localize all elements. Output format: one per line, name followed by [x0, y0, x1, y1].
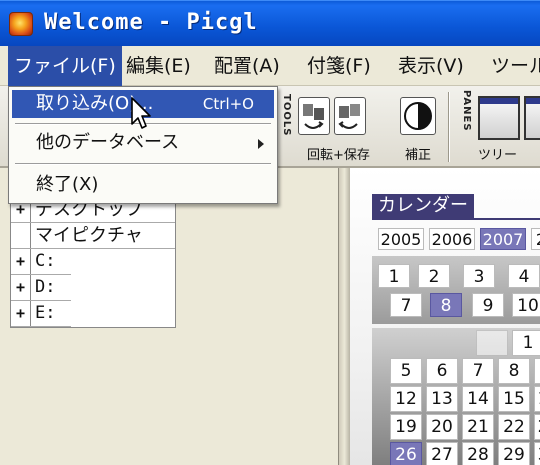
contrast-correct-icon [400, 97, 436, 135]
day-cell[interactable]: 19 [390, 414, 422, 440]
tree-item-label[interactable]: マイピクチャ [35, 223, 147, 248]
day-cell[interactable]: 8 [498, 358, 530, 384]
menu-sticky[interactable]: 付箋(F) [301, 46, 377, 86]
day-grid: 1 5 6 7 8 12 13 14 15 1 19 20 21 22 2 26… [372, 328, 540, 465]
pane-splitter[interactable] [338, 168, 350, 465]
day-cell-empty [476, 330, 508, 356]
rotate-save-icon [298, 97, 330, 135]
month-button[interactable]: 7 [390, 293, 422, 317]
tree-item[interactable]: マイピクチャ [11, 223, 175, 249]
tools-group-label: TOOLS [281, 94, 292, 137]
second-pane-icon[interactable] [524, 96, 540, 140]
menu-separator [15, 163, 271, 165]
menu-view[interactable]: 表示(V) [392, 46, 470, 86]
calendar-title: カレンダー [372, 194, 474, 218]
day-cell[interactable]: 3 [534, 442, 540, 465]
month-button[interactable]: 2 [418, 264, 450, 288]
menu-arrange[interactable]: 配置(A) [208, 46, 286, 86]
day-cell[interactable]: 28 [462, 442, 494, 465]
day-cell[interactable]: 15 [498, 386, 530, 412]
toolbar-separator [448, 92, 450, 162]
day-cell[interactable]: 20 [426, 414, 458, 440]
year-button[interactable]: 2 [531, 228, 540, 250]
tree-item[interactable]: + E: [11, 301, 71, 327]
day-cell[interactable]: 29 [498, 442, 530, 465]
day-cell[interactable]: 7 [462, 358, 494, 384]
year-button[interactable]: 2005 [378, 228, 424, 250]
menu-other-database[interactable]: 他のデータベース [12, 129, 274, 157]
month-button[interactable]: 10 [512, 293, 540, 317]
day-cell-selected[interactable]: 26 [390, 442, 422, 465]
correct-label: 補正 [405, 148, 432, 163]
rotate-save-label: 回転+保存 [307, 148, 370, 163]
tree-item-label[interactable]: E: [35, 301, 59, 326]
tree-item-label[interactable]: C: [35, 249, 59, 274]
menu-tools[interactable]: ツール [485, 46, 540, 86]
day-cell[interactable]: 14 [462, 386, 494, 412]
expand-toggle[interactable]: + [11, 275, 31, 300]
expand-toggle[interactable]: + [11, 249, 31, 274]
menu-import-shortcut: Ctrl+O [202, 95, 254, 113]
day-cell[interactable]: 27 [426, 442, 458, 465]
expand-toggle[interactable]: + [11, 301, 31, 326]
day-cell[interactable]: 12 [390, 386, 422, 412]
day-cell[interactable]: 13 [426, 386, 458, 412]
tree-item[interactable]: + D: [11, 275, 71, 301]
day-cell[interactable]: 2 [534, 414, 540, 440]
year-button-selected[interactable]: 2007 [480, 228, 526, 250]
tree-item-label[interactable]: D: [35, 275, 59, 300]
rotate-save-button[interactable] [298, 94, 366, 138]
menu-bar: ファイル(F) 編集(E) 配置(A) 付箋(F) 表示(V) ツール [0, 46, 540, 86]
calendar-panel: カレンダー 2005 2006 2007 2 1 2 3 4 7 8 9 10 … [350, 168, 540, 465]
menu-other-database-label: 他のデータベース [36, 132, 180, 153]
menu-file[interactable]: ファイル(F) [8, 46, 122, 86]
month-button-selected[interactable]: 8 [430, 293, 462, 317]
window-title: Welcome - Picgl [44, 10, 258, 35]
menu-exit-label: 終了(X) [36, 174, 99, 195]
folder-tree: + デスクトップ マイピクチャ + C: + D: + E: [10, 196, 176, 328]
day-cell[interactable]: 22 [498, 414, 530, 440]
menu-edit[interactable]: 編集(E) [120, 46, 197, 86]
month-button[interactable]: 9 [472, 293, 504, 317]
day-cell[interactable]: 1 [512, 330, 540, 356]
correct-button[interactable] [400, 94, 436, 138]
day-cell[interactable]: 6 [426, 358, 458, 384]
month-button[interactable]: 4 [508, 264, 540, 288]
day-cell[interactable]: 1 [534, 386, 540, 412]
month-grid: 1 2 3 4 7 8 9 10 [372, 256, 540, 324]
submenu-arrow-icon [258, 139, 264, 149]
day-cell[interactable]: 5 [390, 358, 422, 384]
rotate-save-icon-2 [334, 97, 366, 135]
day-cell-empty [534, 358, 540, 384]
menu-exit[interactable]: 終了(X) [12, 171, 274, 199]
year-button[interactable]: 2006 [429, 228, 475, 250]
expand-toggle [11, 223, 31, 248]
mouse-pointer-icon [131, 97, 151, 129]
panes-group-label: PANES [461, 90, 472, 132]
day-cell[interactable]: 21 [462, 414, 494, 440]
calendar-title-rule [372, 218, 540, 220]
tree-pane-icon[interactable] [478, 96, 520, 140]
app-logo-icon[interactable] [9, 12, 33, 36]
month-button[interactable]: 3 [463, 264, 495, 288]
month-button[interactable]: 1 [378, 264, 410, 288]
tree-item[interactable]: + C: [11, 249, 71, 275]
title-bar[interactable]: Welcome - Picgl [0, 0, 540, 46]
tree-pane-label: ツリー [478, 148, 518, 163]
